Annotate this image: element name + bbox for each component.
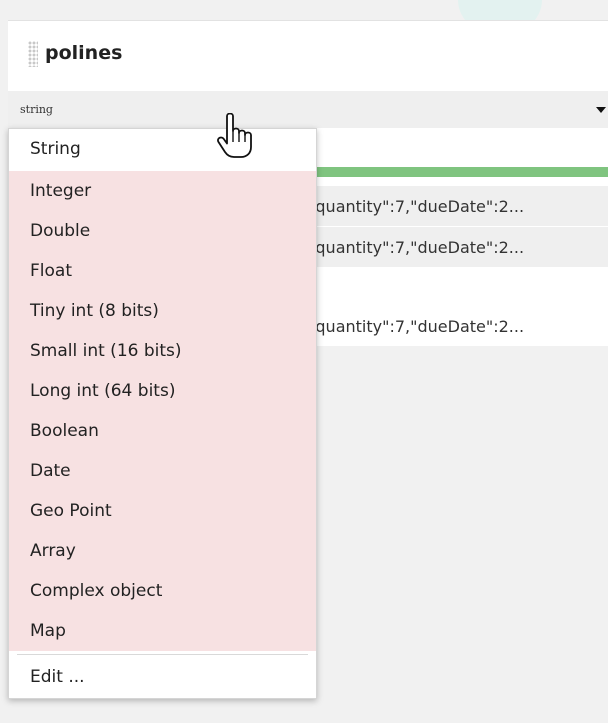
menu-item-complex-object[interactable]: Complex object (9, 571, 316, 611)
menu-item-date[interactable]: Date (9, 451, 316, 491)
menu-item-string[interactable]: String (9, 129, 316, 169)
type-select[interactable]: string (8, 91, 608, 128)
menu-divider (17, 654, 308, 655)
column-header[interactable]: polines (8, 21, 608, 89)
cell-text: 'quantity":7,"dueDate":2... (311, 317, 525, 336)
menu-item-float[interactable]: Float (9, 251, 316, 291)
type-dropdown-menu: String Integer Double Float Tiny int (8 … (8, 128, 317, 699)
menu-item-tiny-int[interactable]: Tiny int (8 bits) (9, 291, 316, 331)
cell-text: 'quantity":7,"dueDate":2... (311, 238, 525, 257)
drag-handle-icon[interactable] (28, 41, 38, 67)
menu-item-double[interactable]: Double (9, 211, 316, 251)
caret-down-icon[interactable] (596, 107, 606, 113)
cell-text: 'quantity":7,"dueDate":2... (311, 197, 525, 216)
canvas-top (0, 0, 608, 36)
column-name: polines (45, 42, 123, 64)
menu-item-integer[interactable]: Integer (9, 171, 316, 211)
menu-item-boolean[interactable]: Boolean (9, 411, 316, 451)
menu-item-geo-point[interactable]: Geo Point (9, 491, 316, 531)
menu-item-edit[interactable]: Edit ... (9, 657, 316, 697)
type-select-value: string (20, 103, 53, 116)
menu-item-array[interactable]: Array (9, 531, 316, 571)
menu-item-small-int[interactable]: Small int (16 bits) (9, 331, 316, 371)
hand-pointer-icon (217, 113, 252, 158)
menu-item-long-int[interactable]: Long int (64 bits) (9, 371, 316, 411)
menu-item-map[interactable]: Map (9, 611, 316, 651)
